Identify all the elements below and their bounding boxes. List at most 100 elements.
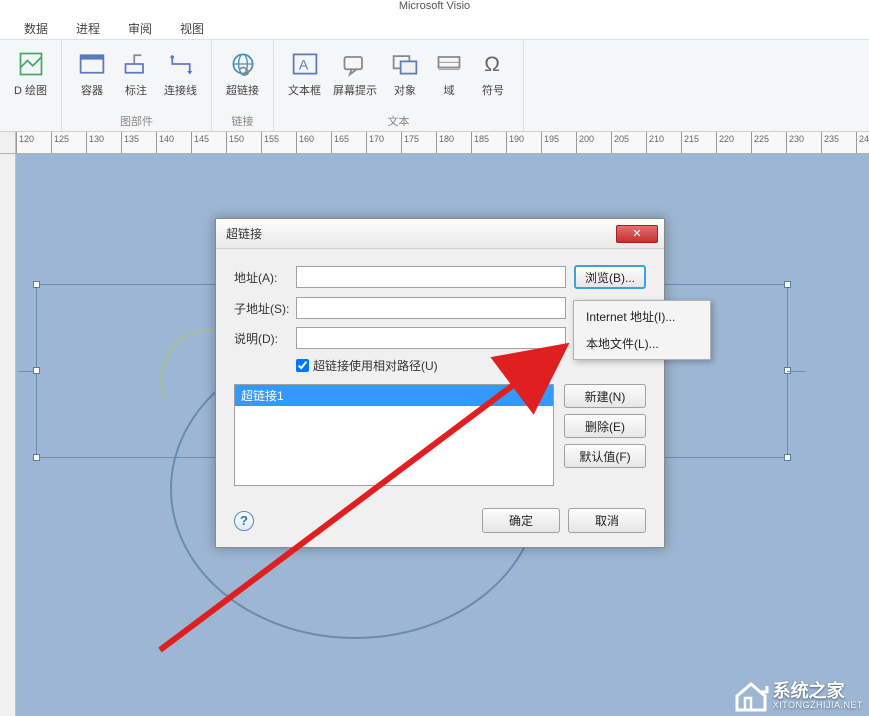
menu-internet-address[interactable]: Internet 地址(I)... <box>576 303 708 330</box>
help-icon: ? <box>240 513 248 528</box>
vertical-ruler <box>0 154 16 716</box>
browse-dropdown: Internet 地址(I)... 本地文件(L)... <box>573 300 711 360</box>
callout-button[interactable]: 标注 <box>114 44 158 102</box>
field-icon <box>433 48 465 80</box>
object-label: 对象 <box>394 82 416 98</box>
callout-icon <box>120 48 152 80</box>
watermark-text-cn: 系统之家 <box>773 682 863 700</box>
object-button[interactable]: 对象 <box>383 44 427 102</box>
ruler-tick: 135 <box>121 132 122 154</box>
relative-path-label: 超链接使用相对路径(U) <box>313 357 438 374</box>
address-label: 地址(A): <box>234 269 296 286</box>
textbox-label: 文本框 <box>288 82 321 98</box>
ruler-tick: 160 <box>296 132 297 154</box>
field-label: 域 <box>444 82 455 98</box>
container-icon <box>76 48 108 80</box>
list-item[interactable]: 超链接1 <box>235 385 553 406</box>
ruler-tick: 150 <box>226 132 227 154</box>
resize-handle-tl[interactable] <box>33 281 40 288</box>
ruler-tick: 165 <box>331 132 332 154</box>
svg-text:Ω: Ω <box>484 53 500 76</box>
container-label: 容器 <box>81 82 103 98</box>
ruler-tick: 205 <box>611 132 612 154</box>
delete-button[interactable]: 删除(E) <box>564 414 646 438</box>
dialog-titlebar[interactable]: 超链接 ✕ <box>216 219 664 249</box>
connector-button[interactable]: 连接线 <box>158 44 203 102</box>
tab-data[interactable]: 数据 <box>10 16 62 41</box>
tab-process[interactable]: 进程 <box>62 16 114 41</box>
ribbon-group-link: 超链接 链接 <box>212 40 274 131</box>
dialog-close-button[interactable]: ✕ <box>616 225 658 243</box>
ok-button[interactable]: 确定 <box>482 508 560 533</box>
draw-icon <box>15 48 47 80</box>
dialog-footer: ? 确定 取消 <box>216 498 664 547</box>
horizontal-ruler: 1201251301351401451501551601651701751801… <box>0 132 869 154</box>
watermark: 系统之家 XITONGZHIJIA.NET <box>733 680 863 712</box>
textbox-button[interactable]: A 文本框 <box>282 44 327 102</box>
cancel-button[interactable]: 取消 <box>568 508 646 533</box>
ribbon-group-parts: 容器 标注 连接线 图部件 <box>62 40 212 131</box>
connector-label: 连接线 <box>164 82 197 98</box>
group-text-label: 文本 <box>388 111 410 129</box>
relative-path-checkbox[interactable] <box>296 359 309 372</box>
container-button[interactable]: 容器 <box>70 44 114 102</box>
ruler-tick: 145 <box>191 132 192 154</box>
help-button[interactable]: ? <box>234 511 254 531</box>
group-link-label: 链接 <box>232 111 254 129</box>
hyperlink-label: 超链接 <box>226 82 259 98</box>
textbox-icon: A <box>289 48 321 80</box>
new-button[interactable]: 新建(N) <box>564 384 646 408</box>
resize-handle-bl[interactable] <box>33 454 40 461</box>
ribbon-group-draw: D 绘图 <box>0 40 62 131</box>
resize-handle-tr[interactable] <box>784 281 791 288</box>
field-button[interactable]: 域 <box>427 44 471 102</box>
screentip-label: 屏幕提示 <box>333 82 377 98</box>
resize-handle-ml[interactable] <box>33 367 40 374</box>
subaddress-input[interactable] <box>296 297 566 319</box>
hyperlink-button[interactable]: 超链接 <box>220 44 265 102</box>
ruler-tick: 170 <box>366 132 367 154</box>
description-label: 说明(D): <box>234 330 296 347</box>
menu-local-file[interactable]: 本地文件(L)... <box>576 330 708 357</box>
default-button[interactable]: 默认值(F) <box>564 444 646 468</box>
ribbon-group-text: A 文本框 屏幕提示 对象 域 Ω 符号 文本 <box>274 40 524 131</box>
ruler-tick: 155 <box>261 132 262 154</box>
ruler-corner <box>0 132 16 154</box>
tab-view[interactable]: 视图 <box>166 16 218 41</box>
ruler-tick: 185 <box>471 132 472 154</box>
ruler-tick: 210 <box>646 132 647 154</box>
description-input[interactable] <box>296 327 566 349</box>
ribbon-body: D 绘图 容器 标注 连接线 图部件 超链接 链 <box>0 40 869 132</box>
hyperlink-icon <box>227 48 259 80</box>
screentip-button[interactable]: 屏幕提示 <box>327 44 383 102</box>
symbol-button[interactable]: Ω 符号 <box>471 44 515 102</box>
symbol-icon: Ω <box>477 48 509 80</box>
ruler-tick: 195 <box>541 132 542 154</box>
hyperlink-listbox[interactable]: 超链接1 <box>234 384 554 486</box>
ruler-tick: 240 <box>856 132 857 154</box>
ruler-tick: 225 <box>751 132 752 154</box>
address-input[interactable] <box>296 266 566 288</box>
ruler-tick: 235 <box>821 132 822 154</box>
ruler-tick: 125 <box>51 132 52 154</box>
ruler-tick: 190 <box>506 132 507 154</box>
object-icon <box>389 48 421 80</box>
tab-review[interactable]: 审阅 <box>114 16 166 41</box>
watermark-text-en: XITONGZHIJIA.NET <box>773 700 863 710</box>
browse-button[interactable]: 浏览(B)... <box>574 265 646 289</box>
ruler-tick: 130 <box>86 132 87 154</box>
subaddress-label: 子地址(S): <box>234 300 296 317</box>
draw-button[interactable]: D 绘图 <box>8 44 53 102</box>
ribbon-tab-bar: 数据 进程 审阅 视图 <box>0 18 869 40</box>
resize-handle-mr[interactable] <box>784 367 791 374</box>
resize-handle-br[interactable] <box>784 454 791 461</box>
ruler-tick: 180 <box>436 132 437 154</box>
symbol-label: 符号 <box>482 82 504 98</box>
connector-icon <box>165 48 197 80</box>
dialog-body: 地址(A): 浏览(B)... 子地址(S): 说明(D): 超链接使用相对路径… <box>216 249 664 498</box>
ruler-tick: 120 <box>16 132 17 154</box>
ruler-tick: 215 <box>681 132 682 154</box>
ruler-tick: 200 <box>576 132 577 154</box>
dialog-title: 超链接 <box>226 225 616 242</box>
ruler-tick: 220 <box>716 132 717 154</box>
